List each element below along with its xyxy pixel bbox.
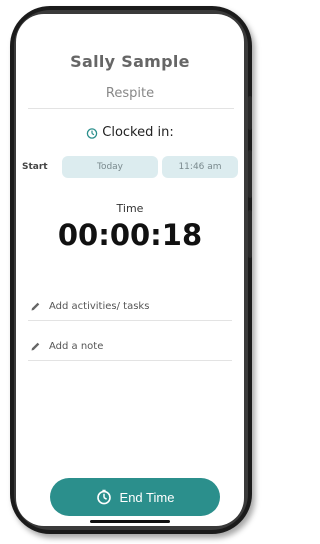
phone-side-button [248,150,252,198]
add-note-row[interactable]: Add a note [30,336,230,356]
phone-side-button [248,210,252,258]
time-label: Time [116,202,144,215]
end-time-label: End Time [119,489,175,505]
elapsed-timer: 00:00:18 [57,218,203,252]
client-name: Sally Sample [70,52,190,71]
divider [28,320,232,321]
timer-icon [96,489,111,505]
add-activities-label: Add activities/ tasks [49,300,150,312]
divider [28,360,232,361]
add-activities-row[interactable]: Add activities/ tasks [30,296,230,316]
timer-icon [87,127,98,139]
add-note-label: Add a note [49,340,104,352]
pencil-icon [31,342,40,350]
service-type: Respite [105,86,155,101]
end-time-button[interactable]: End Time [50,478,220,516]
start-label: Start [22,162,48,172]
clocked-in-label: Clocked in: [102,125,174,140]
clocked-in-status: Clocked in: [16,125,244,140]
app-screen: Sally Sample Respite Clocked in: Start T… [16,14,244,526]
pencil-icon [31,302,40,310]
start-date-field[interactable]: Today [62,156,158,178]
divider [28,108,234,109]
start-time-field[interactable]: 11:46 am [162,156,238,178]
start-row: Start Today 11:46 am [20,155,238,179]
home-indicator [90,520,170,523]
phone-side-button [248,96,252,130]
